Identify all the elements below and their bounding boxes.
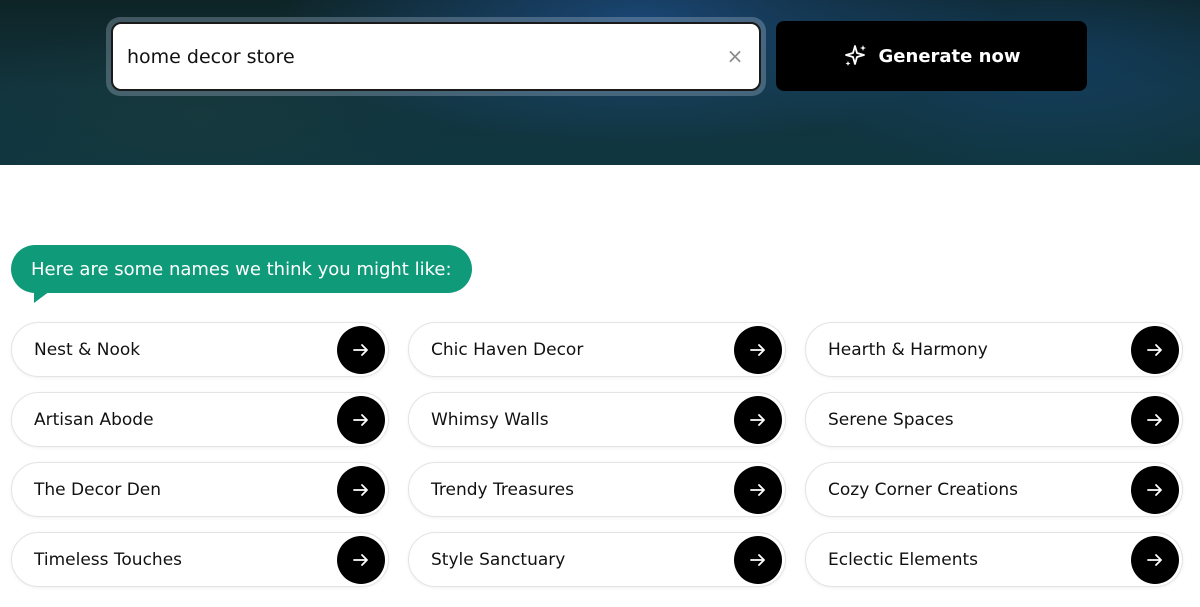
sparkle-icon [844,45,866,66]
name-suggestion-label: Style Sanctuary [431,549,566,570]
results-intro-bubble: Here are some names we think you might l… [11,245,472,293]
bubble-tail [34,291,50,303]
name-suggestion-label: Artisan Abode [34,409,154,430]
arrow-right-icon[interactable] [734,395,782,444]
name-suggestion-card[interactable]: Hearth & Harmony [805,322,1183,377]
name-suggestion-label: Eclectic Elements [828,549,978,570]
arrow-right-icon[interactable] [1131,535,1179,584]
name-suggestion-card[interactable]: Style Sanctuary [408,532,786,587]
arrow-right-icon[interactable] [1131,325,1179,374]
arrow-right-icon[interactable] [1131,465,1179,514]
name-suggestions-grid: Nest & Nook Chic Haven Decor Hearth & Ha… [11,322,1183,587]
name-suggestion-label: Chic Haven Decor [431,339,584,360]
name-suggestion-card[interactable]: Nest & Nook [11,322,389,377]
name-suggestion-card[interactable]: Serene Spaces [805,392,1183,447]
search-field-wrapper: × [106,17,766,96]
name-suggestion-card[interactable]: The Decor Den [11,462,389,517]
name-suggestion-label: Hearth & Harmony [828,339,988,360]
name-suggestion-card[interactable]: Timeless Touches [11,532,389,587]
arrow-right-icon[interactable] [734,465,782,514]
generate-now-label: Generate now [878,45,1021,67]
search-input[interactable] [127,24,717,89]
name-suggestion-label: Whimsy Walls [431,409,549,430]
name-suggestion-label: Serene Spaces [828,409,954,430]
name-suggestion-label: Timeless Touches [34,549,183,570]
arrow-right-icon[interactable] [734,535,782,584]
close-icon[interactable]: × [725,46,745,66]
arrow-right-icon[interactable] [337,325,385,374]
name-suggestion-card[interactable]: Artisan Abode [11,392,389,447]
arrow-right-icon[interactable] [1131,395,1179,444]
name-suggestion-card[interactable]: Eclectic Elements [805,532,1183,587]
hero-banner: × Generate now [0,0,1200,165]
name-suggestion-card[interactable]: Whimsy Walls [408,392,786,447]
arrow-right-icon[interactable] [337,465,385,514]
name-suggestion-label: Cozy Corner Creations [828,479,1019,500]
arrow-right-icon[interactable] [734,325,782,374]
results-intro-text: Here are some names we think you might l… [31,258,452,280]
arrow-right-icon[interactable] [337,395,385,444]
name-suggestion-card[interactable]: Chic Haven Decor [408,322,786,377]
name-suggestion-label: Trendy Treasures [431,479,574,500]
name-suggestion-label: Nest & Nook [34,339,141,360]
search-box: × [111,22,761,91]
name-suggestion-label: The Decor Den [34,479,162,500]
name-suggestion-card[interactable]: Trendy Treasures [408,462,786,517]
arrow-right-icon[interactable] [337,535,385,584]
generate-now-button[interactable]: Generate now [776,21,1087,91]
name-suggestion-card[interactable]: Cozy Corner Creations [805,462,1183,517]
